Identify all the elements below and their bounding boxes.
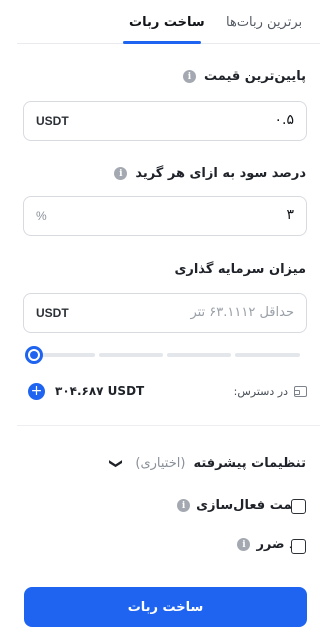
create-bot-button[interactable]: ساخت ربات: [24, 587, 307, 627]
lowest-price-field[interactable]: ۰.۵ USDT: [23, 101, 307, 141]
advanced-settings-optional: (اختیاری): [135, 456, 186, 471]
tab-bar: برترین ربات‌ها ساخت ربات: [17, 0, 320, 44]
lowest-price-unit: USDT: [36, 114, 69, 128]
slider-segment[interactable]: [35, 353, 95, 357]
profit-per-grid-label: درصد سود به ازای هر گرید: [135, 166, 306, 181]
profit-per-grid-field[interactable]: ۳ %: [23, 196, 307, 236]
tab-top-bots[interactable]: برترین ربات‌ها: [226, 15, 302, 30]
tab-build-bot[interactable]: ساخت ربات: [129, 15, 205, 30]
divider: [17, 425, 320, 426]
wallet-icon: [294, 386, 307, 397]
available-amount: ۳۰۴.۶۸۷ USDT: [55, 384, 145, 398]
advanced-settings-toggle[interactable]: تنظیمات پیشرفته (اختیاری) ❯: [108, 456, 306, 471]
lowest-price-label: پایین‌ترین قیمت: [203, 69, 306, 84]
investment-unit: USDT: [36, 306, 69, 320]
investment-field[interactable]: حداقل ۶۳.۱۱۱۲ تتر USDT: [23, 293, 307, 333]
lowest-price-value[interactable]: ۰.۵: [275, 112, 295, 128]
slider-segment[interactable]: [167, 353, 231, 357]
active-tab-indicator: [123, 41, 201, 44]
investment-placeholder[interactable]: حداقل ۶۳.۱۱۱۲ تتر: [190, 305, 294, 320]
activation-price-label: قیمت فعال‌سازی: [196, 498, 306, 513]
info-icon[interactable]: i: [114, 167, 128, 180]
add-funds-button[interactable]: +: [28, 383, 45, 400]
slider-segment[interactable]: [235, 353, 300, 357]
info-icon[interactable]: i: [182, 70, 196, 83]
advanced-settings-title: تنظیمات پیشرفته: [193, 456, 306, 471]
available-balance-row: در دسترس: ۳۰۴.۶۸۷ USDT +: [25, 383, 307, 401]
slider-handle[interactable]: [25, 346, 43, 364]
stop-loss-checkbox[interactable]: [291, 539, 306, 554]
info-icon[interactable]: i: [177, 499, 191, 512]
investment-label: میزان سرمایه گذاری: [174, 262, 306, 277]
investment-label-row: میزان سرمایه گذاری: [174, 262, 306, 277]
activation-price-option: قیمت فعال‌سازی i: [177, 498, 306, 513]
slider-segment[interactable]: [99, 353, 163, 357]
percent-unit: %: [36, 209, 47, 223]
lowest-price-label-row: پایین‌ترین قیمت i: [182, 69, 306, 84]
profit-per-grid-value[interactable]: ۳: [286, 207, 294, 223]
available-label-group: در دسترس:: [234, 385, 307, 398]
available-label: در دسترس:: [233, 385, 288, 398]
info-icon[interactable]: i: [237, 538, 251, 551]
activation-price-checkbox[interactable]: [291, 499, 306, 514]
investment-slider[interactable]: [25, 345, 300, 365]
profit-per-grid-label-row: درصد سود به ازای هر گرید i: [114, 166, 306, 181]
chevron-up-icon: ❯: [108, 458, 124, 469]
